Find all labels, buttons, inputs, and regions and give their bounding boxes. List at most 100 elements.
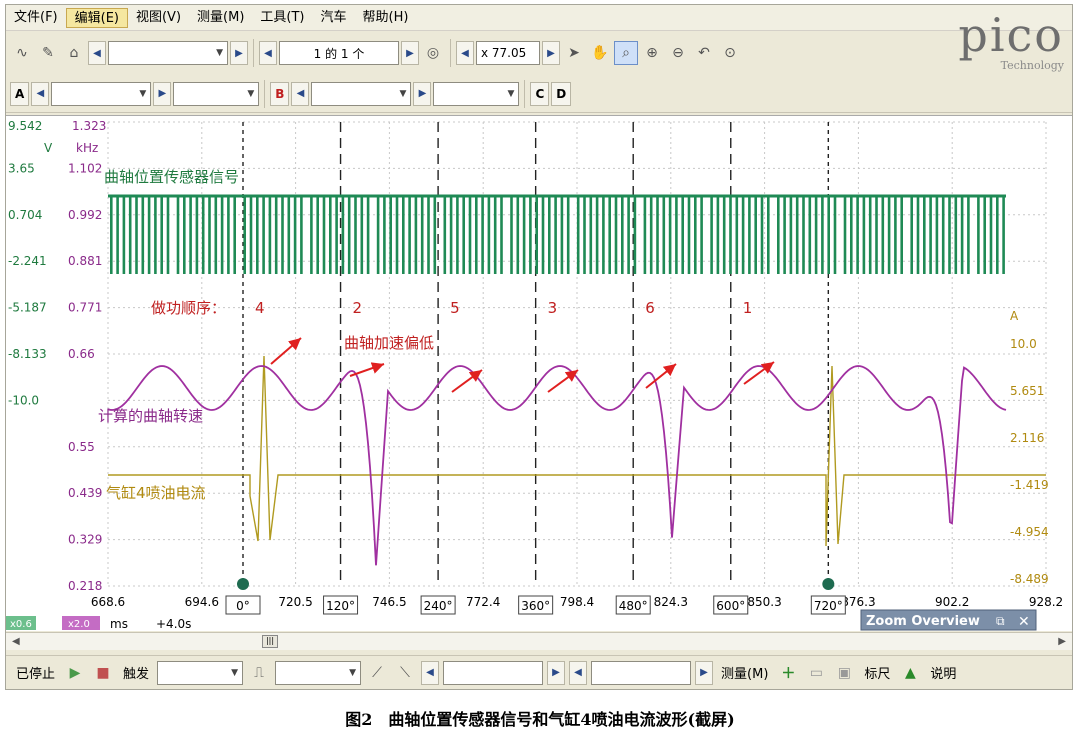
pointer-icon[interactable]: ➤ xyxy=(562,41,586,65)
menu-bar: 文件(F) 编辑(E) 视图(V) 测量(M) 工具(T) 汽车 帮助(H) xyxy=(6,5,1072,31)
x-tick: 668.6 xyxy=(91,595,125,609)
crank-tooth xyxy=(741,196,745,274)
crank-tooth xyxy=(589,196,593,274)
prev-page-button[interactable]: ◀ xyxy=(259,41,277,65)
scroll-right-icon[interactable]: ▶ xyxy=(1058,636,1066,647)
crank-tooth xyxy=(621,196,624,274)
zoom-next-button[interactable]: ▶ xyxy=(542,41,560,65)
page-indicator[interactable]: 1 的 1 个 xyxy=(279,41,399,65)
home-icon[interactable]: ⌂ xyxy=(62,41,86,65)
hand-icon[interactable]: ✋ xyxy=(588,41,612,65)
next-page-button[interactable]: ▶ xyxy=(401,41,419,65)
channel-a-button[interactable]: A xyxy=(10,81,30,106)
left-tick-v: -10.0 xyxy=(8,393,39,407)
left-tick-khz: 0.439 xyxy=(68,486,102,500)
threshold-next[interactable]: ▶ xyxy=(547,660,566,685)
crank-tooth xyxy=(208,196,211,274)
notes-label[interactable]: 说明 xyxy=(926,663,960,682)
scroll-left-icon[interactable]: ◀ xyxy=(12,636,20,647)
channel-b-button[interactable]: B xyxy=(270,81,290,106)
left-tick-khz: 0.66 xyxy=(68,347,95,361)
left-tick-khz: 0.329 xyxy=(68,533,102,547)
horizontal-scrollbar[interactable]: ◀ ||| ▶ xyxy=(6,632,1072,650)
left-tick-v: -5.187 xyxy=(8,301,47,315)
zoom-select-icon[interactable]: ⌕ xyxy=(614,41,638,65)
crank-tooth xyxy=(468,196,472,274)
crank-tooth xyxy=(875,196,878,274)
right-tick: -8.489 xyxy=(1010,572,1049,586)
crank-tooth xyxy=(748,196,751,274)
zoom-fit-icon[interactable]: ⊙ xyxy=(718,41,742,65)
left-axis-unit-v: V xyxy=(44,141,53,155)
menu-view[interactable]: 视图(V) xyxy=(128,8,189,28)
x-tick: 850.3 xyxy=(747,595,781,609)
compass-icon[interactable]: ◎ xyxy=(421,41,445,65)
channel-b-next[interactable]: ▶ xyxy=(413,81,432,106)
firing-order-item: 1 xyxy=(743,299,753,317)
channel-c-button[interactable]: C xyxy=(530,81,550,106)
channel-a-coupling[interactable]: ▼ xyxy=(173,81,260,106)
falling-edge-icon[interactable]: ⟍ xyxy=(393,661,417,685)
add-measurement-icon[interactable]: ＋ xyxy=(776,661,800,685)
crank-tooth xyxy=(443,196,447,274)
crank-tooth xyxy=(583,196,586,274)
remove-measurement-icon[interactable]: ▭ xyxy=(804,661,828,685)
edit-measurement-icon[interactable]: ▣ xyxy=(832,661,856,685)
menu-measure[interactable]: 测量(M) xyxy=(189,8,252,28)
scope-plot-area[interactable]: 9.542 1.323 V kHz 3.65 1.102 0.704 0.992 -2.… xyxy=(6,115,1072,631)
picoscope-window: 文件(F) 编辑(E) 视图(V) 测量(M) 工具(T) 汽车 帮助(H) ∿… xyxy=(5,4,1073,690)
ruler-icon[interactable]: ▲ xyxy=(898,661,922,685)
firing-order-item: 2 xyxy=(353,299,363,317)
channel-a-prev[interactable]: ◀ xyxy=(31,81,50,106)
channel-b-coupling[interactable]: ▼ xyxy=(433,81,520,106)
left-tick-v: -2.241 xyxy=(8,254,47,268)
crank-tooth xyxy=(122,196,126,274)
next-buffer-button[interactable]: ▶ xyxy=(230,41,248,65)
channel-a-next[interactable]: ▶ xyxy=(153,81,172,106)
crank-tooth xyxy=(662,196,666,274)
trigger-edge-icon[interactable]: ⎍ xyxy=(247,661,271,685)
angle-label: 600° xyxy=(716,599,745,613)
run-icon[interactable]: ▶ xyxy=(63,661,87,685)
channel-b-range[interactable]: ▼ xyxy=(311,81,412,106)
menu-edit[interactable]: 编辑(E) xyxy=(65,7,128,28)
channel-d-button[interactable]: D xyxy=(551,81,572,106)
threshold-prev[interactable]: ◀ xyxy=(421,660,440,685)
menu-file[interactable]: 文件(F) xyxy=(6,8,66,28)
measure-label[interactable]: 测量(M) xyxy=(717,663,772,682)
scope-mode-icon[interactable]: ∿ xyxy=(10,41,34,65)
undo-zoom-icon[interactable]: ↶ xyxy=(692,41,716,65)
zoom-level[interactable]: x 77.05 xyxy=(476,41,540,65)
trigger-mode-combo[interactable]: ▼ xyxy=(157,660,244,685)
crank-tooth xyxy=(735,196,739,274)
crank-tooth xyxy=(243,196,246,274)
close-icon[interactable]: ✕ xyxy=(1018,614,1030,630)
rising-edge-icon[interactable]: ⟋ xyxy=(365,661,389,685)
threshold-combo[interactable] xyxy=(443,660,544,685)
menu-tools[interactable]: 工具(T) xyxy=(252,8,312,28)
ruler-label[interactable]: 标尺 xyxy=(860,663,894,682)
angle-marker-dot xyxy=(822,578,835,590)
channel-a-range[interactable]: ▼ xyxy=(51,81,152,106)
zoom-out-icon[interactable]: ⊖ xyxy=(666,41,690,65)
trigger-source-combo[interactable]: ▼ xyxy=(275,660,362,685)
probe-icon[interactable]: ✎ xyxy=(36,41,60,65)
stop-icon[interactable]: ■ xyxy=(91,661,115,685)
restore-icon[interactable]: ⧉ xyxy=(996,614,1005,628)
menu-automotive[interactable]: 汽车 xyxy=(313,8,355,28)
prev-buffer-button[interactable]: ◀ xyxy=(88,41,106,65)
crank-tooth xyxy=(176,196,180,274)
zoom-in-icon[interactable]: ⊕ xyxy=(640,41,664,65)
crank-tooth xyxy=(128,196,132,274)
left-axis-top-v: 9.542 xyxy=(8,119,42,133)
zoom-prev-button[interactable]: ◀ xyxy=(456,41,474,65)
buffer-combo[interactable]: ▼ xyxy=(108,41,228,65)
menu-help[interactable]: 帮助(H) xyxy=(355,8,417,28)
pretrigger-combo[interactable] xyxy=(591,660,692,685)
scroll-thumb[interactable]: ||| xyxy=(262,635,278,648)
channel-b-prev[interactable]: ◀ xyxy=(291,81,310,106)
pretrigger-prev[interactable]: ◀ xyxy=(569,660,588,685)
crank-tooth xyxy=(767,196,770,274)
pretrigger-next[interactable]: ▶ xyxy=(695,660,714,685)
main-toolbar: ∿ ✎ ⌂ ◀ ▼ ▶ ◀ 1 的 1 个 ▶ ◎ ◀ x 77.05 ▶ ➤ … xyxy=(6,32,1072,74)
